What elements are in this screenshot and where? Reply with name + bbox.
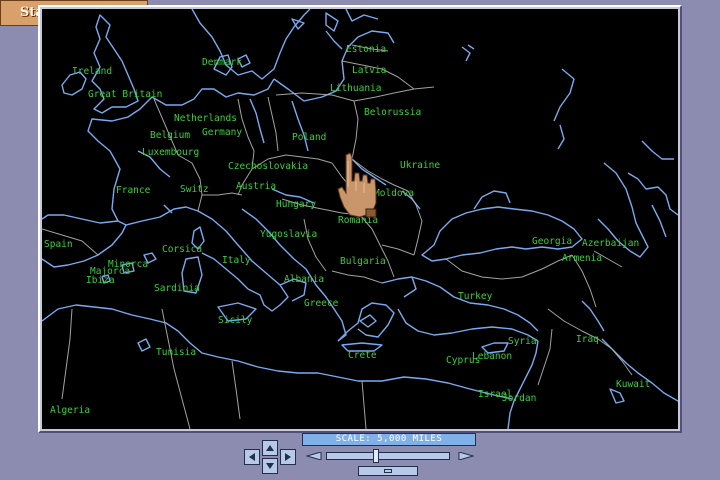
map-label-ireland[interactable]: Ireland: [72, 66, 112, 77]
zoom-out-icon: [306, 452, 322, 460]
map-label-spain[interactable]: Spain: [44, 239, 73, 250]
map-label-great-britain[interactable]: Great Britain: [88, 89, 162, 100]
map-label-lebanon[interactable]: Lebanon: [472, 351, 512, 362]
map-label-denmark[interactable]: Denmark: [202, 57, 242, 68]
map-label-jordan[interactable]: Jordan: [502, 393, 536, 404]
map-label-czechoslovakia[interactable]: Czechoslovakia: [228, 161, 308, 172]
zoom-in-icon: [458, 452, 474, 460]
map-label-germany[interactable]: Germany: [202, 127, 242, 138]
pan-left-button[interactable]: [244, 449, 260, 465]
pan-down-button[interactable]: [262, 458, 278, 474]
map-label-yugoslavia[interactable]: Yugoslavia: [260, 229, 317, 240]
hand-pointer-icon: [337, 152, 377, 218]
zoom-in-button[interactable]: [458, 452, 474, 460]
map-label-syria[interactable]: Syria: [508, 336, 537, 347]
map-label-ukraine[interactable]: Ukraine: [400, 160, 440, 171]
map-label-corsica[interactable]: Corsica: [162, 244, 202, 255]
map-label-georgia[interactable]: Georgia: [532, 236, 572, 247]
map-label-poland[interactable]: Poland: [292, 132, 326, 143]
map-options-button[interactable]: [358, 466, 418, 476]
map-label-bulgaria[interactable]: Bulgaria: [340, 256, 386, 267]
arrow-down-icon: [266, 463, 274, 469]
map-label-armenia[interactable]: Armenia: [562, 253, 602, 264]
map-label-netherlands[interactable]: Netherlands: [174, 113, 237, 124]
pan-up-button[interactable]: [262, 440, 278, 456]
scale-label: SCALE: 5,000 MILES: [302, 433, 476, 446]
zoom-out-button[interactable]: [306, 452, 322, 460]
map-label-hungary[interactable]: Hungary: [276, 199, 316, 210]
map-label-belgium[interactable]: Belgium: [150, 130, 190, 141]
map-label-lithuania[interactable]: Lithuania: [330, 83, 381, 94]
map-frame: Estonia Latvia Lithuania Ireland Great B…: [38, 5, 682, 433]
map-label-belorussia[interactable]: Belorussia: [364, 107, 421, 118]
zoom-slider-thumb[interactable]: [373, 449, 379, 463]
map-label-france[interactable]: France: [116, 185, 150, 196]
map-label-austria[interactable]: Austria: [236, 181, 276, 192]
map-label-albania[interactable]: Albania: [284, 274, 324, 285]
zoom-slider[interactable]: [326, 452, 450, 460]
map-view[interactable]: Estonia Latvia Lithuania Ireland Great B…: [42, 9, 678, 429]
map-label-luxembourg[interactable]: Luxembourg: [142, 147, 199, 158]
map-label-iraq[interactable]: Iraq: [576, 334, 599, 345]
arrow-right-icon: [285, 453, 291, 461]
map-label-crete[interactable]: Crete: [348, 350, 377, 361]
map-label-italy[interactable]: Italy: [222, 255, 251, 266]
map-label-latvia[interactable]: Latvia: [352, 65, 386, 76]
map-label-sardinia[interactable]: Sardinia: [154, 283, 200, 294]
map-label-greece[interactable]: Greece: [304, 298, 338, 309]
pan-right-button[interactable]: [280, 449, 296, 465]
map-label-algeria[interactable]: Algeria: [50, 405, 90, 416]
arrow-left-icon: [249, 453, 255, 461]
map-label-kuwait[interactable]: Kuwait: [616, 379, 650, 390]
map-label-switzerland[interactable]: Switz: [180, 184, 209, 195]
map-label-turkey[interactable]: Turkey: [458, 291, 492, 302]
map-label-tunisia[interactable]: Tunisia: [156, 347, 196, 358]
map-label-sicily[interactable]: Sicily: [218, 315, 252, 326]
map-label-azerbaijan[interactable]: Azerbaijan: [582, 238, 639, 249]
map-label-estonia[interactable]: Estonia: [346, 44, 386, 55]
arrow-up-icon: [266, 445, 274, 451]
map-label-ibiza[interactable]: Ibiza: [86, 275, 115, 286]
